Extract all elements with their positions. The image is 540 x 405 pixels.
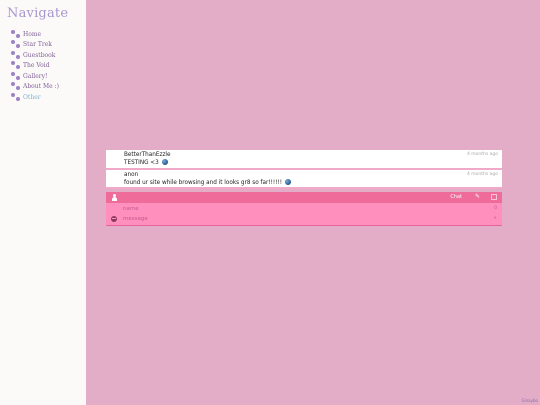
globe-emoji-icon (161, 159, 168, 165)
nav-item-other[interactable]: Other (11, 92, 59, 103)
user-icon[interactable] (111, 194, 118, 201)
nav-item-star-trek[interactable]: Star Trek (11, 40, 59, 51)
nav-item-label: Home (23, 30, 42, 38)
nav-item-label: Guestbook (23, 51, 56, 59)
comment-timestamp: 4 months ago (466, 172, 498, 177)
nav-item-guestbook[interactable]: Guestbook (11, 50, 59, 61)
comment-text: TESTING <3 (124, 159, 484, 167)
nav-item-label: Other (23, 93, 41, 101)
comment-author[interactable]: BetterThanEzzle (124, 152, 484, 159)
nav-item-label: Star Trek (23, 41, 52, 49)
comment: anon found ur site while browsing and it… (106, 170, 502, 189)
nav-item-label: Gallery! (23, 72, 48, 80)
paw-icon (11, 40, 22, 49)
comment-timestamp: 4 months ago (466, 152, 498, 157)
chat-button[interactable]: Chat (450, 194, 462, 200)
paw-icon (11, 61, 22, 70)
nav-item-home[interactable]: Home (11, 29, 59, 40)
globe-emoji-icon (284, 179, 291, 185)
chatbox-toolbar: Chat ✎ (106, 192, 502, 203)
paw-icon (11, 50, 22, 60)
comment: BetterThanEzzle TESTING <3 4 months ago (106, 150, 502, 170)
name-counter: 0 (494, 206, 497, 211)
paw-icon (11, 71, 22, 81)
comment-text: found ur site while browsing and it look… (124, 179, 484, 187)
nav-title: Navigate (7, 6, 69, 21)
paw-icon (11, 29, 22, 39)
nav-item-label: About Me :) (23, 83, 59, 91)
send-button[interactable]: + (493, 216, 497, 221)
emoji-picker-icon[interactable] (111, 216, 117, 222)
edit-icon[interactable]: ✎ (475, 193, 480, 200)
settings-box-icon[interactable] (491, 194, 497, 200)
comment-author: anon (124, 172, 139, 178)
name-input[interactable]: name (123, 206, 139, 212)
nav-item-label: The Void (23, 62, 50, 70)
sidebar-zigzag-edge (80, 0, 86, 405)
nav-item-the-void[interactable]: The Void (11, 61, 59, 72)
paw-icon (11, 82, 22, 91)
nav-item-gallery[interactable]: Gallery! (11, 71, 59, 82)
credit-text[interactable]: Ginaybo (521, 398, 538, 403)
paw-icon (11, 92, 22, 102)
message-input[interactable]: message (123, 216, 148, 222)
nav-list: Home Star Trek Guestbook The Void Galler… (11, 29, 59, 103)
guestbook-widget: BetterThanEzzle TESTING <3 4 months ago … (106, 150, 502, 226)
nav-item-about-me[interactable]: About Me :) (11, 82, 59, 93)
chatbox-form: name 0 message + (106, 203, 502, 226)
